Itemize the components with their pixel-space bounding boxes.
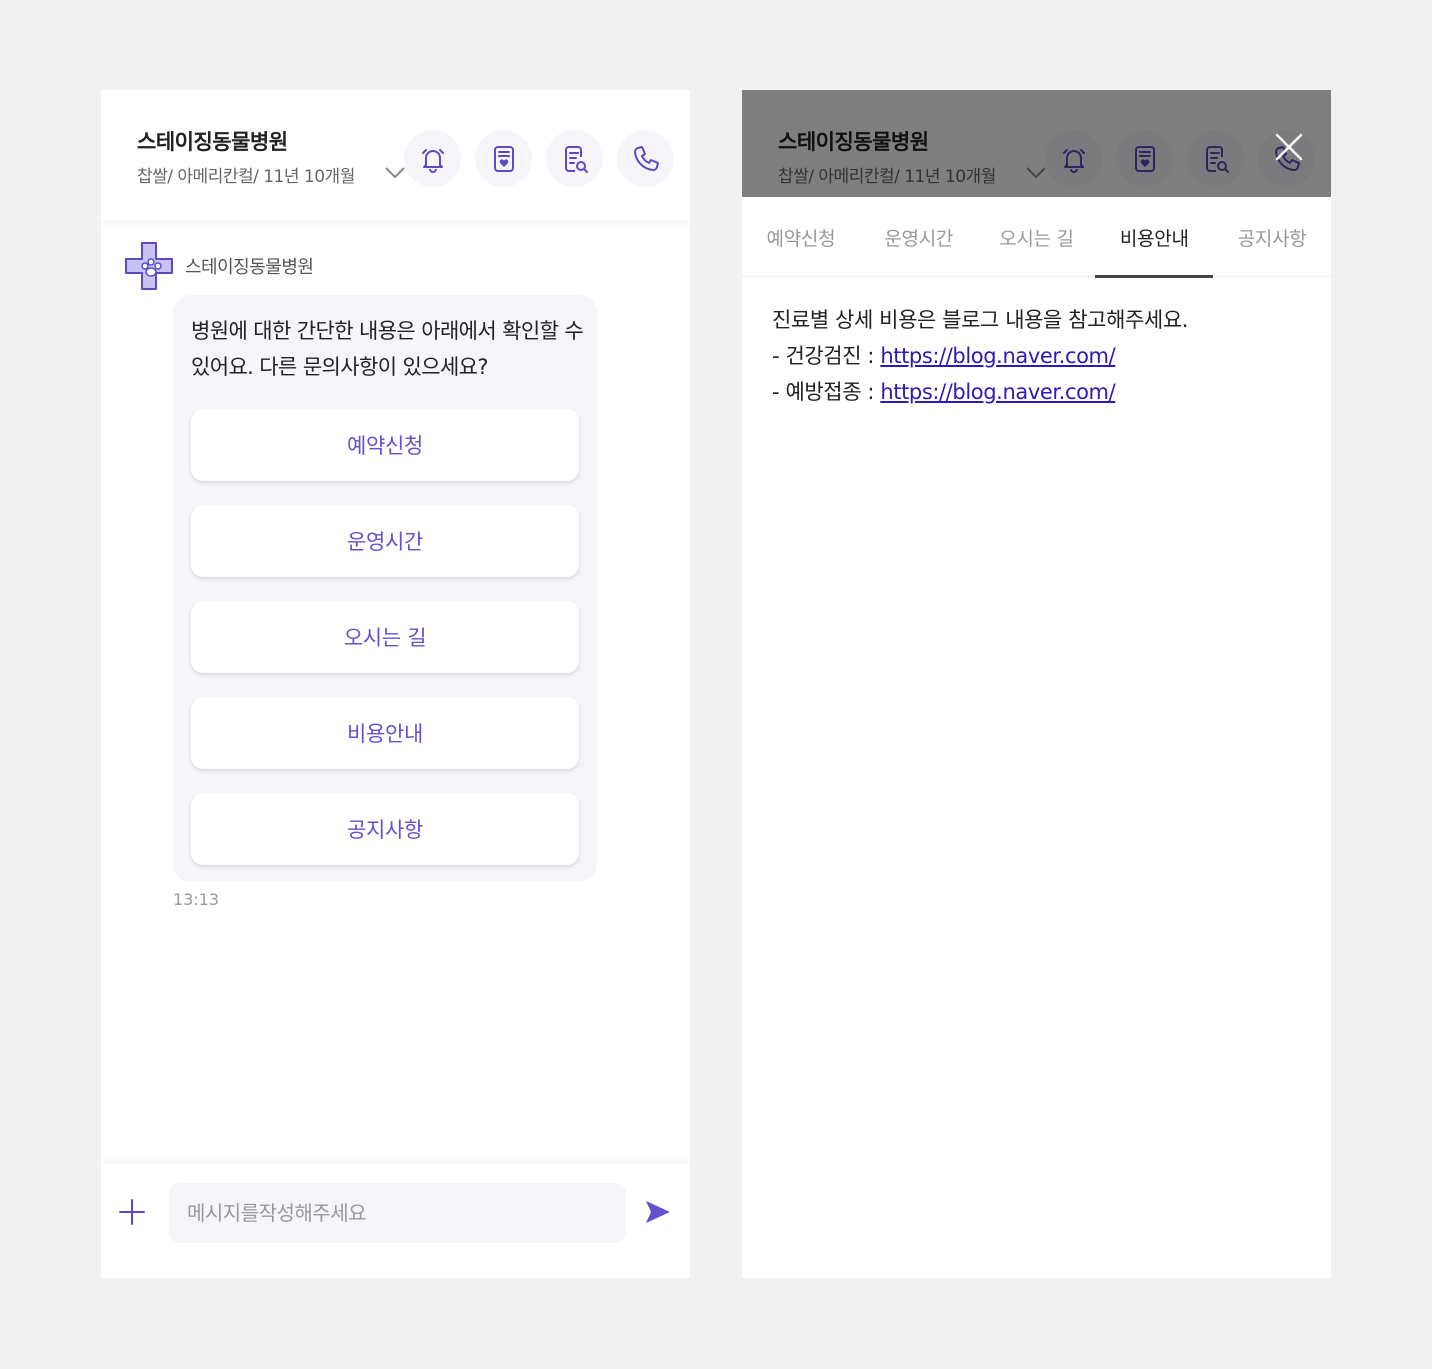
- blog-link[interactable]: https://blog.naver.com/: [880, 380, 1115, 404]
- bot-message-text: 병원에 대한 간단한 내용은 아래에서 확인할 수 있어요. 다른 문의사항이 …: [191, 319, 584, 379]
- heart-document-icon: [493, 145, 514, 172]
- close-icon[interactable]: [1272, 130, 1306, 164]
- chevron-down-icon[interactable]: [384, 164, 406, 180]
- pricing-item-vaccination: - 예방접종 : https://blog.naver.com/: [772, 374, 1188, 410]
- health-record-button[interactable]: [475, 130, 532, 187]
- tab-directions[interactable]: 오시는 길: [978, 197, 1096, 277]
- tab-notice[interactable]: 공지사항: [1213, 197, 1331, 277]
- message-composer: [101, 1164, 690, 1278]
- quick-reply-notice-button[interactable]: 공지사항: [191, 793, 579, 865]
- notification-button[interactable]: [404, 130, 461, 187]
- detail-panel: 스테이징동물병원 찹쌀/ 아메리칸컬/ 11년 10개월: [742, 90, 1331, 1278]
- quick-reply-directions-button[interactable]: 오시는 길: [191, 601, 579, 673]
- info-tabs: 예약신청 운영시간 오시는 길 비용안내 공지사항: [742, 197, 1331, 278]
- pricing-item-checkup: - 건강검진 : https://blog.naver.com/: [772, 338, 1188, 374]
- pricing-content: 진료별 상세 비용은 블로그 내용을 참고해주세요. - 건강검진 : http…: [772, 302, 1188, 410]
- send-icon[interactable]: [643, 1197, 673, 1227]
- quick-reply-reservation-button[interactable]: 예약신청: [191, 409, 579, 481]
- bot-name: 스테이징동물병원: [185, 257, 314, 278]
- pricing-intro: 진료별 상세 비용은 블로그 내용을 참고해주세요.: [772, 308, 1189, 332]
- bot-header: 스테이징동물병원: [123, 240, 314, 292]
- call-button[interactable]: [617, 130, 674, 187]
- record-search-button[interactable]: [546, 130, 603, 187]
- chat-header: 스테이징동물병원 찹쌀/ 아메리칸컬/ 11년 10개월: [101, 90, 690, 220]
- message-input[interactable]: [169, 1183, 626, 1243]
- quick-reply-hours-button[interactable]: 운영시간: [191, 505, 579, 577]
- tab-hours[interactable]: 운영시간: [860, 197, 978, 277]
- quick-reply-pricing-button[interactable]: 비용안내: [191, 697, 579, 769]
- item-label: - 예방접종 :: [772, 380, 881, 404]
- dim-overlay: [742, 90, 1331, 197]
- header-actions: [404, 130, 674, 187]
- hospital-logo-icon: [125, 242, 173, 290]
- plus-icon[interactable]: [117, 1197, 147, 1227]
- blog-link[interactable]: https://blog.naver.com/: [880, 344, 1115, 368]
- tab-pricing[interactable]: 비용안내: [1095, 197, 1213, 278]
- message-timestamp: 13:13: [173, 890, 220, 909]
- phone-icon: [633, 145, 659, 171]
- item-label: - 건강검진 :: [772, 344, 881, 368]
- document-search-icon: [564, 145, 588, 173]
- hospital-title: 스테이징동물병원: [137, 130, 288, 154]
- bell-icon: [421, 148, 444, 173]
- tab-reservation[interactable]: 예약신청: [742, 197, 860, 277]
- chat-panel: 스테이징동물병원 찹쌀/ 아메리칸컬/ 11년 10개월 스테이징동물병원 병원…: [101, 90, 690, 1278]
- pet-info: 찹쌀/ 아메리칸컬/ 11년 10개월: [137, 167, 355, 187]
- bot-message-bubble: 병원에 대한 간단한 내용은 아래에서 확인할 수 있어요. 다른 문의사항이 …: [173, 295, 597, 882]
